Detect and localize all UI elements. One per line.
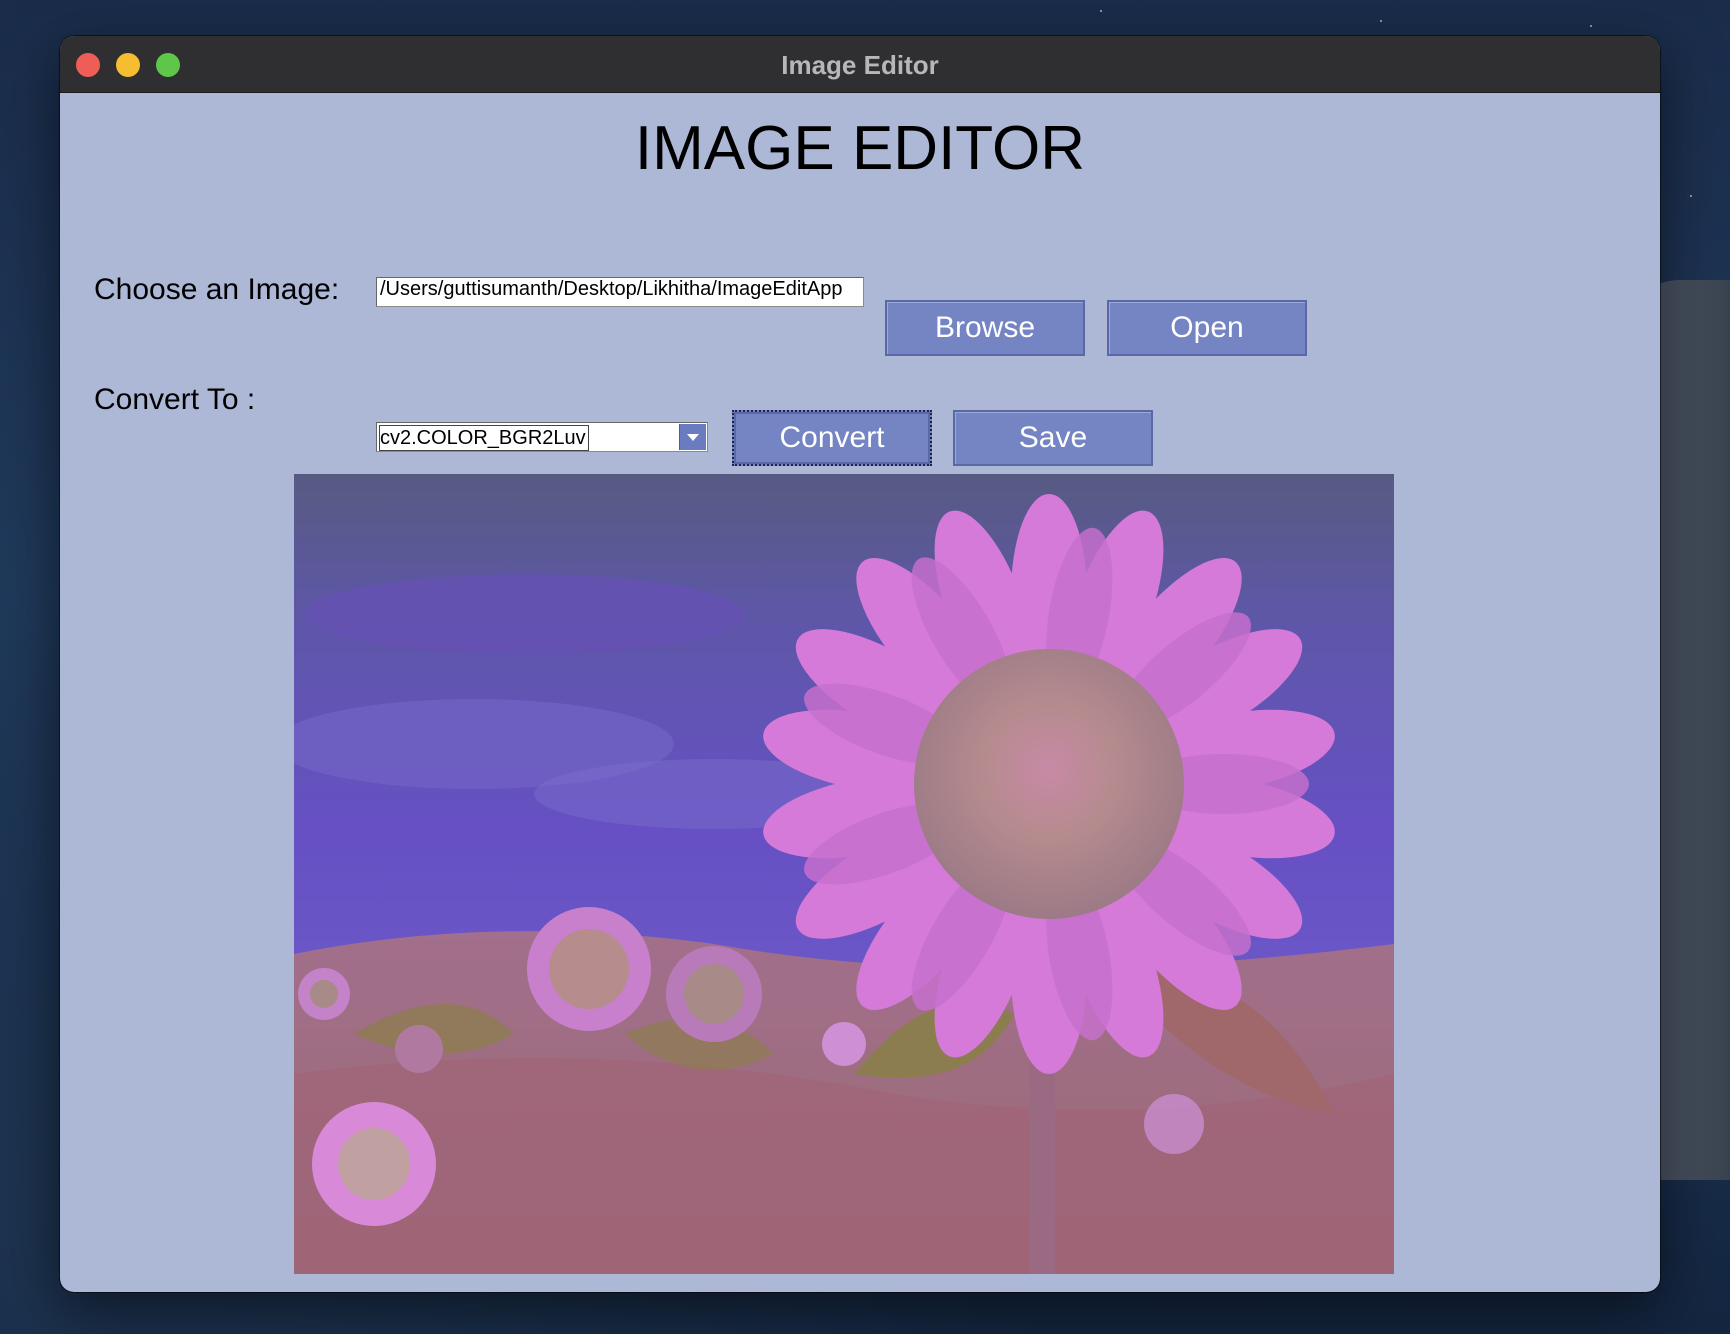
title-bar[interactable]: Image Editor	[60, 36, 1660, 93]
desktop-star	[1380, 20, 1382, 22]
window-title: Image Editor	[781, 50, 939, 80]
sunflower-image	[294, 494, 1394, 1274]
save-button[interactable]: Save	[953, 410, 1153, 466]
convert-button[interactable]: Convert	[732, 410, 932, 466]
desktop-star	[1100, 10, 1102, 12]
page-title: IMAGE EDITOR	[634, 114, 1086, 183]
desktop-star	[1690, 195, 1692, 197]
choose-image-label: Choose an Image:	[94, 273, 340, 306]
convert-to-label: Convert To :	[94, 383, 256, 416]
conversion-selected-value: cv2.COLOR_BGR2Luv	[379, 425, 589, 451]
browse-button[interactable]: Browse	[885, 300, 1085, 356]
conversion-select[interactable]: cv2.COLOR_BGR2Luv	[376, 422, 708, 452]
app-window: Image Editor IMAGE EDITOR Choose an Imag…	[60, 36, 1660, 1292]
image-preview	[294, 474, 1394, 1274]
chevron-down-icon[interactable]	[679, 424, 706, 450]
image-path-input[interactable]: /Users/guttisumanth/Desktop/Likhitha/Ima…	[376, 277, 864, 307]
main-content: IMAGE EDITOR Choose an Image: /Users/gut…	[60, 93, 1660, 1292]
open-button[interactable]: Open	[1107, 300, 1307, 356]
desktop-star	[1590, 25, 1592, 27]
